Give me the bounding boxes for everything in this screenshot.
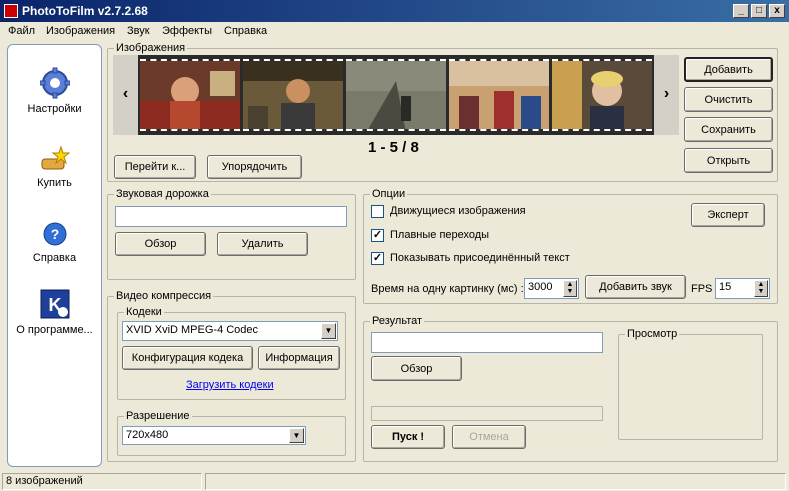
show-text-label: Показывать присоединённый текст bbox=[390, 252, 570, 264]
thumbnail-4[interactable] bbox=[449, 59, 549, 131]
app-window: PhotoToFilm v2.7.2.68 _ □ x Файл Изображ… bbox=[0, 0, 789, 491]
sort-button[interactable]: Упорядочить bbox=[207, 155, 302, 179]
filmstrip: ‹ › bbox=[113, 55, 679, 135]
chevron-down-icon: ▼ bbox=[321, 323, 336, 339]
svg-text:?: ? bbox=[50, 226, 59, 242]
time-per-image-input[interactable]: 3000 ▲ ▼ bbox=[524, 278, 579, 299]
sidebar: Настройки Купить ? Справка K О программе… bbox=[7, 44, 102, 467]
thumbnail-image-5 bbox=[552, 61, 652, 129]
sidebar-item-help[interactable]: ? Справка bbox=[8, 220, 101, 264]
buy-icon bbox=[41, 145, 70, 170]
show-text-checkbox[interactable]: ✓ bbox=[371, 252, 384, 265]
thumbnail-1[interactable] bbox=[140, 59, 240, 131]
render-progress-bar bbox=[371, 406, 603, 421]
sidebar-label-help: Справка bbox=[32, 252, 77, 264]
video-group-title: Видео компрессия bbox=[114, 290, 214, 302]
audio-path-input[interactable] bbox=[115, 206, 347, 227]
menu-effects[interactable]: Эффекты bbox=[162, 25, 212, 37]
codecs-group-title: Кодеки bbox=[124, 306, 164, 318]
status-panel-empty bbox=[205, 473, 786, 490]
thumbnail-image-3 bbox=[346, 61, 446, 129]
options-group-title: Опции bbox=[370, 188, 408, 200]
close-button[interactable]: x bbox=[769, 4, 785, 18]
open-button[interactable]: Открыть bbox=[684, 148, 773, 173]
result-group-title: Результат bbox=[370, 315, 425, 327]
time-per-image-value: 3000 bbox=[528, 281, 553, 293]
result-path-input[interactable] bbox=[371, 332, 603, 353]
maximize-button[interactable]: □ bbox=[751, 4, 767, 18]
preview-group-title: Просмотр bbox=[625, 328, 680, 340]
clear-button[interactable]: Очистить bbox=[684, 87, 773, 112]
status-text: 8 изображений bbox=[2, 473, 202, 490]
images-group-title: Изображения bbox=[114, 42, 188, 54]
gear-icon bbox=[39, 67, 70, 99]
expert-button[interactable]: Эксперт bbox=[691, 203, 765, 227]
menu-images[interactable]: Изображения bbox=[46, 25, 115, 37]
image-counter: 1 - 5 / 8 bbox=[368, 139, 419, 156]
menu-sound[interactable]: Звук bbox=[127, 25, 150, 37]
menu-help[interactable]: Справка bbox=[224, 25, 267, 37]
audio-delete-button[interactable]: Удалить bbox=[217, 232, 308, 256]
codec-select[interactable]: XVID XviD MPEG-4 Codec ▼ bbox=[122, 321, 338, 341]
sidebar-item-about[interactable]: K О программе... bbox=[8, 288, 101, 336]
thumbnail-3[interactable] bbox=[346, 59, 446, 131]
help-icon: ? bbox=[43, 222, 66, 246]
codec-info-button[interactable]: Информация bbox=[258, 346, 340, 370]
fps-value: 15 bbox=[719, 281, 732, 293]
thumbnail-2[interactable] bbox=[243, 59, 343, 131]
add-sound-button[interactable]: Добавить звук bbox=[585, 275, 686, 299]
resolution-select-value: 720x480 bbox=[126, 429, 169, 441]
spin-arrows-icon[interactable]: ▲ ▼ bbox=[754, 280, 768, 297]
thumbnail-image-2 bbox=[243, 61, 343, 129]
app-icon bbox=[4, 4, 18, 18]
status-bar: 8 изображений bbox=[0, 471, 789, 491]
chevron-down-icon: ▼ bbox=[289, 428, 304, 443]
preview-group: Просмотр bbox=[618, 328, 763, 440]
codec-config-button[interactable]: Конфигурация кодека bbox=[122, 346, 253, 370]
sidebar-label-about: О программе... bbox=[16, 324, 93, 336]
smooth-transitions-checkbox[interactable]: ✓ bbox=[371, 229, 384, 242]
title-bar[interactable]: PhotoToFilm v2.7.2.68 _ □ x bbox=[0, 0, 789, 22]
codec-select-value: XVID XviD MPEG-4 Codec bbox=[126, 324, 259, 336]
minimize-button[interactable]: _ bbox=[733, 4, 749, 18]
fps-input[interactable]: 15 ▲ ▼ bbox=[715, 278, 770, 299]
menu-file[interactable]: Файл bbox=[8, 25, 35, 37]
sidebar-label-settings: Настройки bbox=[27, 103, 82, 115]
moving-images-label: Движущиеся изображения bbox=[390, 205, 526, 217]
spin-arrows-icon[interactable]: ▲ ▼ bbox=[563, 280, 577, 297]
cancel-button[interactable]: Отмена bbox=[452, 425, 526, 449]
goto-button[interactable]: Перейти к... bbox=[114, 155, 196, 179]
about-icon: K bbox=[40, 289, 69, 319]
window-title: PhotoToFilm v2.7.2.68 bbox=[22, 4, 148, 18]
moving-images-checkbox[interactable] bbox=[371, 205, 384, 218]
fps-label: FPS bbox=[691, 283, 713, 295]
thumbnail-image-4 bbox=[449, 61, 549, 129]
menu-bar: Файл Изображения Звук Эффекты Справка bbox=[0, 22, 789, 41]
sidebar-item-settings[interactable]: Настройки bbox=[8, 67, 101, 115]
add-button[interactable]: Добавить bbox=[684, 57, 773, 82]
thumbnail-image-1 bbox=[140, 61, 240, 129]
audio-group-title: Звуковая дорожка bbox=[114, 188, 211, 200]
filmstrip-next-button[interactable]: › bbox=[654, 55, 679, 135]
audio-browse-button[interactable]: Обзор bbox=[115, 232, 206, 256]
start-button[interactable]: Пуск ! bbox=[371, 425, 445, 449]
time-per-image-label: Время на одну картинку (мс) : bbox=[371, 283, 524, 295]
sidebar-label-buy: Купить bbox=[37, 177, 72, 189]
result-browse-button[interactable]: Обзор bbox=[371, 356, 462, 381]
resolution-group-title: Разрешение bbox=[124, 410, 192, 422]
smooth-transitions-label: Плавные переходы bbox=[390, 229, 490, 241]
save-button[interactable]: Сохранить bbox=[684, 117, 773, 142]
download-codecs-link[interactable]: Загрузить кодеки bbox=[186, 379, 274, 391]
filmstrip-prev-button[interactable]: ‹ bbox=[113, 55, 138, 135]
sidebar-item-buy[interactable]: Купить bbox=[8, 145, 101, 189]
thumbnail-5[interactable] bbox=[552, 59, 652, 131]
resolution-select[interactable]: 720x480 ▼ bbox=[122, 426, 306, 445]
